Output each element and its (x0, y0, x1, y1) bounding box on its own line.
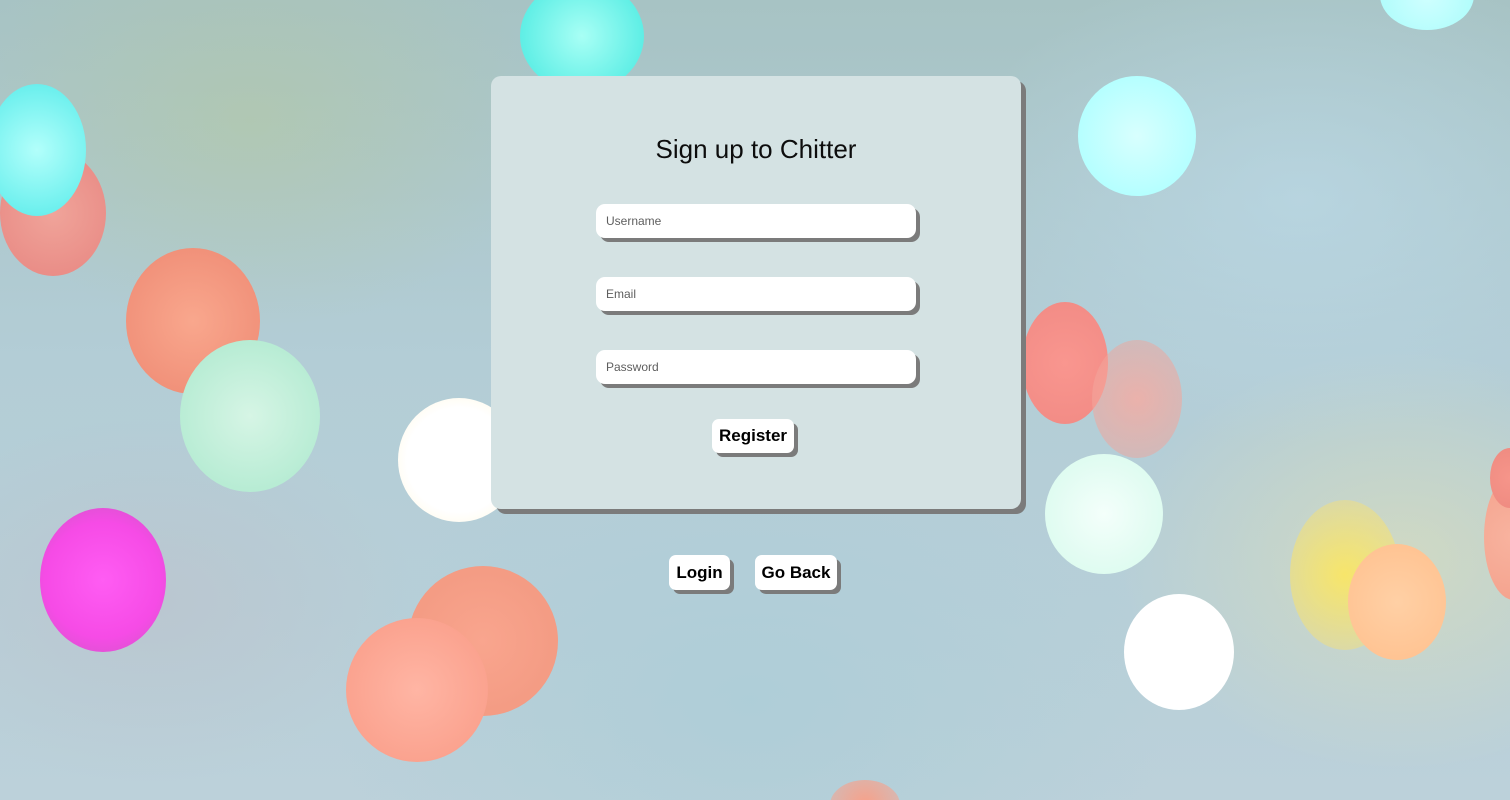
bokeh-light (1124, 594, 1234, 710)
bokeh-light (1380, 0, 1474, 30)
username-input[interactable] (596, 204, 916, 238)
login-button[interactable]: Login (669, 555, 730, 590)
go-back-button[interactable]: Go Back (755, 555, 837, 590)
page-title: Sign up to Chitter (655, 134, 857, 164)
bokeh-light (1078, 76, 1196, 196)
register-button[interactable]: Register (712, 419, 794, 453)
bokeh-light (180, 340, 320, 492)
bokeh-light (346, 618, 488, 762)
password-input[interactable] (596, 350, 916, 384)
signup-card: Sign up to Chitter Register (491, 76, 1021, 509)
email-input[interactable] (596, 277, 916, 311)
bokeh-light (1092, 340, 1182, 458)
bokeh-light (1045, 454, 1163, 574)
bokeh-light (40, 508, 166, 652)
bokeh-light (830, 780, 900, 800)
bokeh-light (1348, 544, 1446, 660)
